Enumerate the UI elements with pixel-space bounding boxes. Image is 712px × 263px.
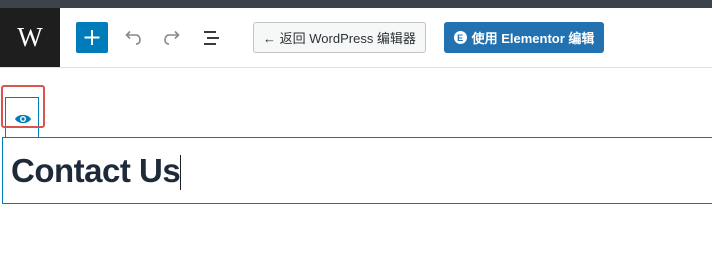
- list-view-icon: [204, 31, 219, 45]
- redo-icon: [164, 30, 180, 45]
- list-view-button[interactable]: [200, 26, 224, 50]
- undo-icon: [125, 30, 141, 45]
- top-admin-strip: [0, 0, 712, 8]
- edit-with-elementor-button[interactable]: E 使用 Elementor 编辑: [444, 22, 604, 53]
- undo-button[interactable]: [121, 26, 145, 50]
- editor-toolbar: W ← 返回 WordPress 编辑器 E 使用 Elementor 编辑: [0, 8, 712, 68]
- post-title[interactable]: Contact Us: [11, 150, 181, 192]
- add-block-button[interactable]: [76, 22, 108, 53]
- wordpress-logo[interactable]: W: [0, 8, 60, 67]
- redo-button[interactable]: [160, 26, 184, 50]
- highlight-box: [1, 85, 45, 128]
- text-cursor: [180, 155, 181, 190]
- wordpress-logo-letter: W: [17, 22, 43, 52]
- back-to-wordpress-editor-button[interactable]: ← 返回 WordPress 编辑器: [253, 22, 426, 53]
- elementor-icon: E: [453, 31, 467, 44]
- post-title-block[interactable]: Contact Us: [2, 137, 712, 204]
- plus-icon: [84, 30, 100, 45]
- elementor-button-label: 使用 Elementor 编辑: [471, 31, 595, 46]
- back-button-label: ← 返回 WordPress 编辑器: [263, 31, 416, 46]
